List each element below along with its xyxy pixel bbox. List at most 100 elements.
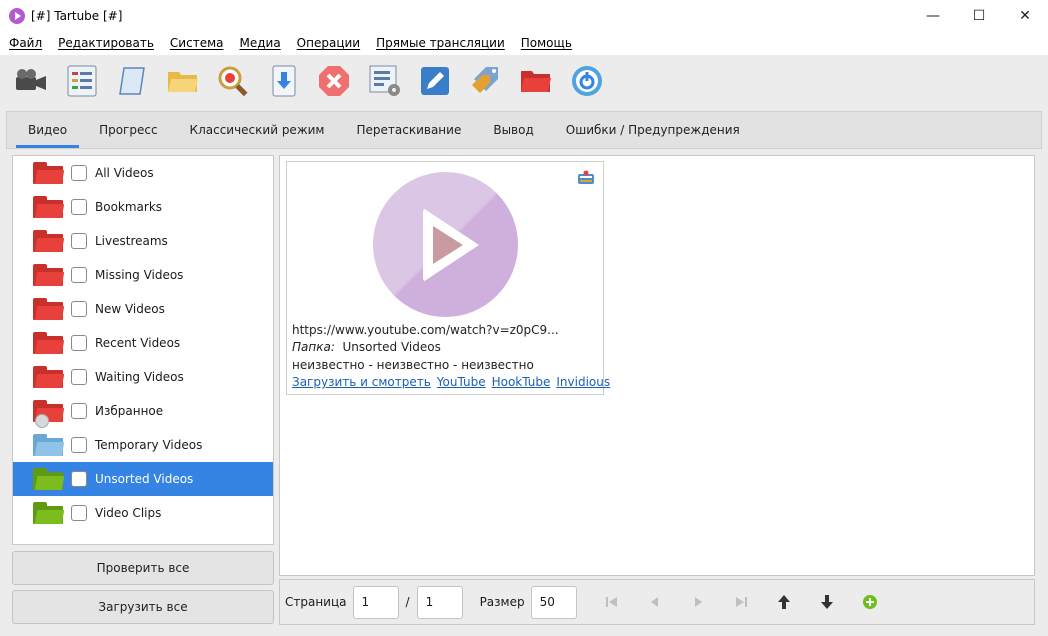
- folder-checkbox[interactable]: [71, 233, 87, 249]
- folder-missing-videos[interactable]: Missing Videos: [13, 258, 273, 292]
- pager-bar: Страница 1 / 1 Размер 50: [279, 579, 1035, 625]
- folder-video-clips[interactable]: Video Clips: [13, 496, 273, 530]
- folder-field-value: Unsorted Videos: [342, 340, 441, 354]
- close-button[interactable]: ✕: [1002, 0, 1048, 31]
- tab-videos[interactable]: Видео: [16, 112, 80, 148]
- folder-icon: [33, 298, 65, 320]
- folder-checkbox[interactable]: [71, 199, 87, 215]
- size-label: Размер: [479, 595, 525, 609]
- folder-label: Bookmarks: [95, 200, 163, 214]
- folder-checkbox[interactable]: [71, 301, 87, 317]
- menu-livestreams[interactable]: Прямые трансляции: [376, 36, 505, 50]
- folder-open-icon[interactable]: [164, 61, 202, 101]
- page-total-field: 1: [416, 585, 463, 619]
- stop-icon[interactable]: [315, 61, 353, 101]
- download-and-watch-link[interactable]: Загрузить и смотреть: [292, 375, 431, 389]
- check-all-button[interactable]: Проверить все: [12, 551, 274, 585]
- power-icon[interactable]: [568, 61, 606, 101]
- checklist-settings-icon[interactable]: [366, 61, 404, 101]
- tab-errors-warnings[interactable]: Ошибки / Предупреждения: [554, 112, 752, 148]
- menu-file[interactable]: Файл: [9, 36, 42, 50]
- folder-checkbox[interactable]: [71, 471, 87, 487]
- video-camera-icon[interactable]: [12, 61, 50, 101]
- app-icon: [9, 7, 25, 24]
- folder-label: Missing Videos: [95, 268, 184, 282]
- first-page-icon[interactable]: [602, 592, 622, 612]
- next-page-icon[interactable]: [688, 592, 708, 612]
- folder-bookmarks[interactable]: Bookmarks: [13, 190, 273, 224]
- page-label: Страница: [285, 595, 347, 609]
- folder-waiting-videos[interactable]: Waiting Videos: [13, 360, 273, 394]
- maximize-button[interactable]: ☐: [956, 0, 1002, 31]
- menu-operations[interactable]: Операции: [297, 36, 360, 50]
- video-url: https://www.youtube.com/watch?v=z0pC9...: [292, 323, 559, 337]
- folder-label: Избранное: [95, 404, 164, 418]
- folder-label: Video Clips: [95, 506, 162, 520]
- toolbar: [0, 55, 1048, 107]
- scroll-down-icon[interactable]: [817, 592, 837, 612]
- folder-checkbox[interactable]: [71, 267, 87, 283]
- folder-icon: [33, 162, 65, 184]
- download-all-button[interactable]: Загрузить все: [12, 590, 274, 624]
- heart-badge-icon: [35, 414, 49, 428]
- folder-checkbox[interactable]: [71, 437, 87, 453]
- tab-progress[interactable]: Прогресс: [87, 112, 169, 148]
- page-input[interactable]: 1: [352, 585, 399, 619]
- folder-checkbox[interactable]: [71, 165, 87, 181]
- tags-icon[interactable]: [467, 61, 505, 101]
- video-card[interactable]: https://www.youtube.com/watch?v=z0pC9...…: [286, 161, 610, 395]
- folder-label: Recent Videos: [95, 336, 181, 350]
- youtube-link[interactable]: YouTube: [437, 375, 486, 389]
- download-icon[interactable]: [265, 61, 303, 101]
- folder-checkbox[interactable]: [71, 335, 87, 351]
- tab-output[interactable]: Вывод: [481, 112, 545, 148]
- tab-bar: Видео Прогресс Классический режим Перета…: [6, 111, 1042, 149]
- page-size-input[interactable]: 50: [530, 585, 577, 619]
- video-thumbnail[interactable]: [373, 172, 518, 317]
- play-inner-icon: [433, 226, 463, 264]
- folder-new-videos[interactable]: New Videos: [13, 292, 273, 326]
- window-controls: — ☐ ✕: [910, 0, 1048, 31]
- folder-icon: [33, 434, 65, 456]
- folder-checkbox[interactable]: [71, 403, 87, 419]
- menu-edit[interactable]: Редактировать: [58, 36, 154, 50]
- folder-list: All Videos Bookmarks Livestreams Missing…: [12, 155, 274, 545]
- edit-pencil-icon[interactable]: [416, 61, 454, 101]
- folder-label: Livestreams: [95, 234, 168, 248]
- search-magnifier-icon[interactable]: [214, 61, 252, 101]
- last-page-icon[interactable]: [731, 592, 751, 612]
- folder-all-videos[interactable]: All Videos: [13, 156, 273, 190]
- folder-icon: [33, 264, 65, 286]
- folder-label: Temporary Videos: [95, 438, 203, 452]
- invidious-link[interactable]: Invidious: [556, 375, 610, 389]
- video-links: Загрузить и смотреть YouTube HookTube Invid…: [292, 375, 616, 389]
- menu-media[interactable]: Медиа: [239, 36, 280, 50]
- folder-unsorted-videos[interactable]: Unsorted Videos: [13, 462, 273, 496]
- minimize-button[interactable]: —: [910, 0, 956, 31]
- tab-drag-drop[interactable]: Перетаскивание: [344, 112, 473, 148]
- folder-recent-videos[interactable]: Recent Videos: [13, 326, 273, 360]
- folder-label: New Videos: [95, 302, 165, 316]
- hooktube-link[interactable]: HookTube: [492, 375, 551, 389]
- folder-label: All Videos: [95, 166, 154, 180]
- previous-page-icon[interactable]: [645, 592, 665, 612]
- folder-checkbox[interactable]: [71, 505, 87, 521]
- video-panel: https://www.youtube.com/watch?v=z0pC9...…: [279, 155, 1035, 576]
- folder-checkbox[interactable]: [71, 369, 87, 385]
- folder-field-label: Папка:: [292, 340, 335, 354]
- folder-icon: [33, 468, 65, 490]
- folder-livestreams[interactable]: Livestreams: [13, 224, 273, 258]
- tab-classic-mode[interactable]: Классический режим: [178, 112, 337, 148]
- folder-favourites[interactable]: Избранное: [13, 394, 273, 428]
- folder-temporary-videos[interactable]: Temporary Videos: [13, 428, 273, 462]
- video-meta: неизвестно - неизвестно - неизвестно: [292, 358, 534, 372]
- folder-label: Waiting Videos: [95, 370, 184, 384]
- scroll-icon[interactable]: [113, 61, 151, 101]
- add-icon[interactable]: [860, 592, 880, 612]
- scroll-up-icon[interactable]: [774, 592, 794, 612]
- menu-system[interactable]: Система: [170, 36, 224, 50]
- red-folder-icon[interactable]: [517, 61, 555, 101]
- menu-help[interactable]: Помощь: [521, 36, 572, 50]
- folder-label: Unsorted Videos: [95, 472, 194, 486]
- list-icon[interactable]: [63, 61, 101, 101]
